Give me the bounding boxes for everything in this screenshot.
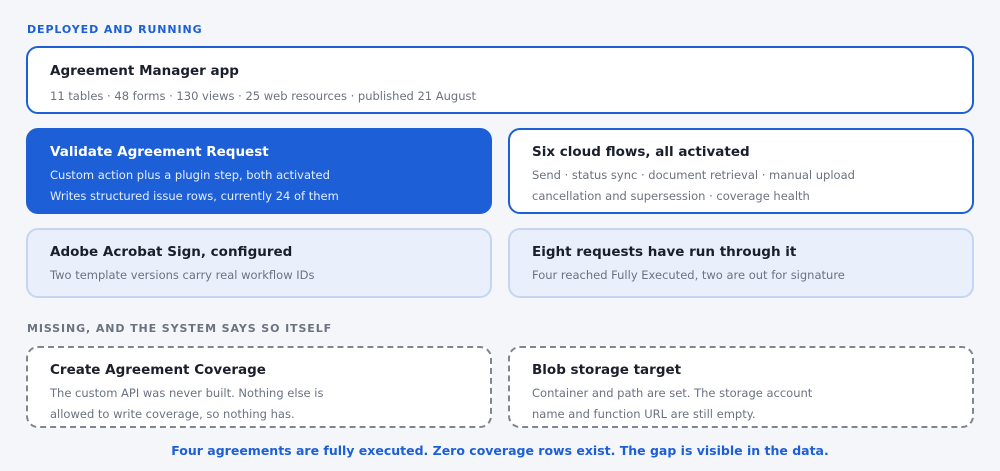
card-detail: 11 tables · 48 forms · 130 views · 25 we…: [50, 89, 477, 103]
card-body: Container and path are set. The storage …: [532, 385, 812, 427]
deployed-section-label: DEPLOYED AND RUNNING: [27, 23, 203, 36]
validate-agreement-request-card: Validate Agreement Request Custom action…: [26, 128, 492, 214]
acrobat-sign-card: Adobe Acrobat Sign, configured Two templ…: [26, 228, 492, 298]
requests-card: Eight requests have run through it Four …: [508, 228, 974, 298]
card-detail: Two template versions carry real workflo…: [50, 268, 315, 282]
card-title: Agreement Manager app: [50, 63, 239, 79]
card-body: Custom action plus a plugin step, both a…: [50, 167, 339, 209]
agreement-manager-app-card: Agreement Manager app 11 tables · 48 for…: [26, 46, 974, 114]
card-body: The custom API was never built. Nothing …: [50, 385, 323, 427]
card-detail: Container and path are set. The storage …: [532, 386, 813, 400]
card-title: Eight requests have run through it: [532, 244, 797, 260]
card-detail: name and function URL are still empty.: [532, 407, 756, 421]
card-title: Adobe Acrobat Sign, configured: [50, 244, 293, 260]
card-detail: The custom API was never built. Nothing …: [50, 386, 324, 400]
card-detail: Custom action plus a plugin step, both a…: [50, 168, 330, 182]
card-detail: Four reached Fully Executed, two are out…: [532, 268, 845, 282]
card-title: Blob storage target: [532, 362, 682, 378]
card-body: Four reached Fully Executed, two are out…: [532, 267, 845, 288]
missing-section-label: MISSING, AND THE SYSTEM SAYS SO ITSELF: [27, 322, 333, 335]
card-body: Two template versions carry real workflo…: [50, 267, 315, 288]
card-title: Six cloud flows, all activated: [532, 144, 750, 160]
create-agreement-coverage-card: Create Agreement Coverage The custom API…: [26, 346, 492, 428]
card-detail: cancellation and supersession · coverage…: [532, 189, 810, 203]
footer-summary: Four agreements are fully executed. Zero…: [171, 443, 829, 458]
card-detail: Writes structured issue rows, currently …: [50, 189, 339, 203]
card-title: Validate Agreement Request: [50, 144, 269, 160]
card-body: Send · status sync · document retrieval …: [532, 167, 855, 209]
cloud-flows-card: Six cloud flows, all activated Send · st…: [508, 128, 974, 214]
blob-storage-target-card: Blob storage target Container and path a…: [508, 346, 974, 428]
card-title: Create Agreement Coverage: [50, 362, 266, 378]
card-detail: allowed to write coverage, so nothing ha…: [50, 407, 295, 421]
card-detail: Send · status sync · document retrieval …: [532, 168, 855, 182]
